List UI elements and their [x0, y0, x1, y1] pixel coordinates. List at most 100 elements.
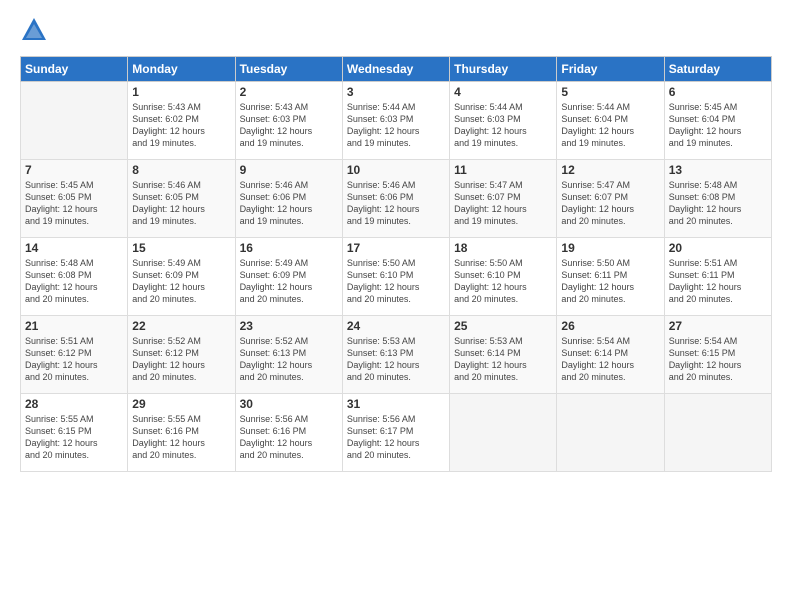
- calendar-week-row: 28Sunrise: 5:55 AM Sunset: 6:15 PM Dayli…: [21, 394, 772, 472]
- calendar-day-cell: 1 Sunrise: 5:43 AM Sunset: 6:02 PM Daylig…: [128, 82, 235, 160]
- day-number: 21: [25, 319, 123, 333]
- day-number: 6: [669, 85, 767, 99]
- day-info: Sunrise: 5:46 AM Sunset: 6:06 PM Dayligh…: [347, 179, 445, 228]
- day-info: Sunrise: 5:47 AM Sunset: 6:07 PM Dayligh…: [561, 179, 659, 228]
- day-info: Sunrise: 5:54 AM Sunset: 6:15 PM Dayligh…: [669, 335, 767, 384]
- calendar-week-row: 1 Sunrise: 5:43 AM Sunset: 6:02 PM Daylig…: [21, 82, 772, 160]
- day-info: Sunrise: 5:47 AM Sunset: 6:07 PM Dayligh…: [454, 179, 552, 228]
- day-number: 30: [240, 397, 338, 411]
- day-number: 26: [561, 319, 659, 333]
- day-number: 11: [454, 163, 552, 177]
- calendar-day-cell: 28Sunrise: 5:55 AM Sunset: 6:15 PM Dayli…: [21, 394, 128, 472]
- day-info: Sunrise: 5:53 AM Sunset: 6:14 PM Dayligh…: [454, 335, 552, 384]
- weekday-header-row: SundayMondayTuesdayWednesdayThursdayFrid…: [21, 57, 772, 82]
- calendar-day-cell: 29 Sunrise: 5:55 AM Sunset: 6:16 PM Dayli…: [128, 394, 235, 472]
- calendar-day-cell: 3 Sunrise: 5:44 AM Sunset: 6:03 PM Daylig…: [342, 82, 449, 160]
- day-info: Sunrise: 5:56 AM Sunset: 6:16 PM Dayligh…: [240, 413, 338, 462]
- calendar-day-cell: 26 Sunrise: 5:54 AM Sunset: 6:14 PM Dayli…: [557, 316, 664, 394]
- day-info: Sunrise: 5:53 AM Sunset: 6:13 PM Dayligh…: [347, 335, 445, 384]
- day-number: 8: [132, 163, 230, 177]
- day-info: Sunrise: 5:48 AM Sunset: 6:08 PM Dayligh…: [669, 179, 767, 228]
- day-number: 13: [669, 163, 767, 177]
- weekday-header-saturday: Saturday: [664, 57, 771, 82]
- day-number: 15: [132, 241, 230, 255]
- calendar-week-row: 21 Sunrise: 5:51 AM Sunset: 6:12 PM Dayli…: [21, 316, 772, 394]
- calendar-day-cell: 22Sunrise: 5:52 AM Sunset: 6:12 PM Dayli…: [128, 316, 235, 394]
- calendar-day-cell: 13 Sunrise: 5:48 AM Sunset: 6:08 PM Dayli…: [664, 160, 771, 238]
- day-number: 18: [454, 241, 552, 255]
- calendar-day-cell: 5 Sunrise: 5:44 AM Sunset: 6:04 PM Daylig…: [557, 82, 664, 160]
- calendar-day-cell: 27 Sunrise: 5:54 AM Sunset: 6:15 PM Dayli…: [664, 316, 771, 394]
- day-number: 5: [561, 85, 659, 99]
- calendar-day-cell: 4Sunrise: 5:44 AM Sunset: 6:03 PM Daylig…: [450, 82, 557, 160]
- day-number: 23: [240, 319, 338, 333]
- calendar-day-cell: 7 Sunrise: 5:45 AM Sunset: 6:05 PM Daylig…: [21, 160, 128, 238]
- day-number: 14: [25, 241, 123, 255]
- calendar: SundayMondayTuesdayWednesdayThursdayFrid…: [20, 56, 772, 472]
- weekday-header-friday: Friday: [557, 57, 664, 82]
- calendar-day-cell: [21, 82, 128, 160]
- day-info: Sunrise: 5:50 AM Sunset: 6:10 PM Dayligh…: [454, 257, 552, 306]
- day-number: 12: [561, 163, 659, 177]
- day-info: Sunrise: 5:50 AM Sunset: 6:11 PM Dayligh…: [561, 257, 659, 306]
- day-info: Sunrise: 5:45 AM Sunset: 6:05 PM Dayligh…: [25, 179, 123, 228]
- day-number: 29: [132, 397, 230, 411]
- day-info: Sunrise: 5:55 AM Sunset: 6:15 PM Dayligh…: [25, 413, 123, 462]
- calendar-day-cell: 25 Sunrise: 5:53 AM Sunset: 6:14 PM Dayli…: [450, 316, 557, 394]
- day-number: 7: [25, 163, 123, 177]
- calendar-day-cell: 9Sunrise: 5:46 AM Sunset: 6:06 PM Daylig…: [235, 160, 342, 238]
- calendar-day-cell: 19 Sunrise: 5:50 AM Sunset: 6:11 PM Dayli…: [557, 238, 664, 316]
- calendar-day-cell: 16 Sunrise: 5:49 AM Sunset: 6:09 PM Dayli…: [235, 238, 342, 316]
- calendar-day-cell: 30 Sunrise: 5:56 AM Sunset: 6:16 PM Dayli…: [235, 394, 342, 472]
- weekday-header-wednesday: Wednesday: [342, 57, 449, 82]
- day-info: Sunrise: 5:43 AM Sunset: 6:02 PM Dayligh…: [132, 101, 230, 150]
- page: SundayMondayTuesdayWednesdayThursdayFrid…: [0, 0, 792, 612]
- day-number: 3: [347, 85, 445, 99]
- calendar-day-cell: 21 Sunrise: 5:51 AM Sunset: 6:12 PM Dayli…: [21, 316, 128, 394]
- day-number: 19: [561, 241, 659, 255]
- calendar-day-cell: 12 Sunrise: 5:47 AM Sunset: 6:07 PM Dayli…: [557, 160, 664, 238]
- day-info: Sunrise: 5:45 AM Sunset: 6:04 PM Dayligh…: [669, 101, 767, 150]
- calendar-day-cell: 10Sunrise: 5:46 AM Sunset: 6:06 PM Dayli…: [342, 160, 449, 238]
- calendar-day-cell: 11 Sunrise: 5:47 AM Sunset: 6:07 PM Dayli…: [450, 160, 557, 238]
- calendar-day-cell: [557, 394, 664, 472]
- calendar-week-row: 7 Sunrise: 5:45 AM Sunset: 6:05 PM Daylig…: [21, 160, 772, 238]
- day-info: Sunrise: 5:54 AM Sunset: 6:14 PM Dayligh…: [561, 335, 659, 384]
- weekday-header-thursday: Thursday: [450, 57, 557, 82]
- day-number: 31: [347, 397, 445, 411]
- day-info: Sunrise: 5:56 AM Sunset: 6:17 PM Dayligh…: [347, 413, 445, 462]
- calendar-day-cell: 15Sunrise: 5:49 AM Sunset: 6:09 PM Dayli…: [128, 238, 235, 316]
- day-info: Sunrise: 5:52 AM Sunset: 6:12 PM Dayligh…: [132, 335, 230, 384]
- day-number: 4: [454, 85, 552, 99]
- day-info: Sunrise: 5:51 AM Sunset: 6:12 PM Dayligh…: [25, 335, 123, 384]
- day-info: Sunrise: 5:48 AM Sunset: 6:08 PM Dayligh…: [25, 257, 123, 306]
- day-info: Sunrise: 5:46 AM Sunset: 6:06 PM Dayligh…: [240, 179, 338, 228]
- day-number: 16: [240, 241, 338, 255]
- calendar-day-cell: [450, 394, 557, 472]
- calendar-day-cell: [664, 394, 771, 472]
- day-number: 17: [347, 241, 445, 255]
- calendar-day-cell: 18 Sunrise: 5:50 AM Sunset: 6:10 PM Dayli…: [450, 238, 557, 316]
- day-info: Sunrise: 5:49 AM Sunset: 6:09 PM Dayligh…: [240, 257, 338, 306]
- calendar-day-cell: 31 Sunrise: 5:56 AM Sunset: 6:17 PM Dayli…: [342, 394, 449, 472]
- day-number: 25: [454, 319, 552, 333]
- day-number: 1: [132, 85, 230, 99]
- day-number: 20: [669, 241, 767, 255]
- day-info: Sunrise: 5:44 AM Sunset: 6:04 PM Dayligh…: [561, 101, 659, 150]
- day-info: Sunrise: 5:46 AM Sunset: 6:05 PM Dayligh…: [132, 179, 230, 228]
- header: [20, 16, 772, 44]
- day-number: 2: [240, 85, 338, 99]
- calendar-day-cell: 2 Sunrise: 5:43 AM Sunset: 6:03 PM Daylig…: [235, 82, 342, 160]
- logo: [20, 16, 52, 44]
- calendar-day-cell: 23Sunrise: 5:52 AM Sunset: 6:13 PM Dayli…: [235, 316, 342, 394]
- day-info: Sunrise: 5:43 AM Sunset: 6:03 PM Dayligh…: [240, 101, 338, 150]
- day-info: Sunrise: 5:44 AM Sunset: 6:03 PM Dayligh…: [347, 101, 445, 150]
- day-info: Sunrise: 5:55 AM Sunset: 6:16 PM Dayligh…: [132, 413, 230, 462]
- calendar-day-cell: 20Sunrise: 5:51 AM Sunset: 6:11 PM Dayli…: [664, 238, 771, 316]
- calendar-day-cell: 17Sunrise: 5:50 AM Sunset: 6:10 PM Dayli…: [342, 238, 449, 316]
- calendar-day-cell: 8 Sunrise: 5:46 AM Sunset: 6:05 PM Daylig…: [128, 160, 235, 238]
- calendar-day-cell: 24 Sunrise: 5:53 AM Sunset: 6:13 PM Dayli…: [342, 316, 449, 394]
- day-number: 24: [347, 319, 445, 333]
- logo-icon: [20, 16, 48, 44]
- day-number: 27: [669, 319, 767, 333]
